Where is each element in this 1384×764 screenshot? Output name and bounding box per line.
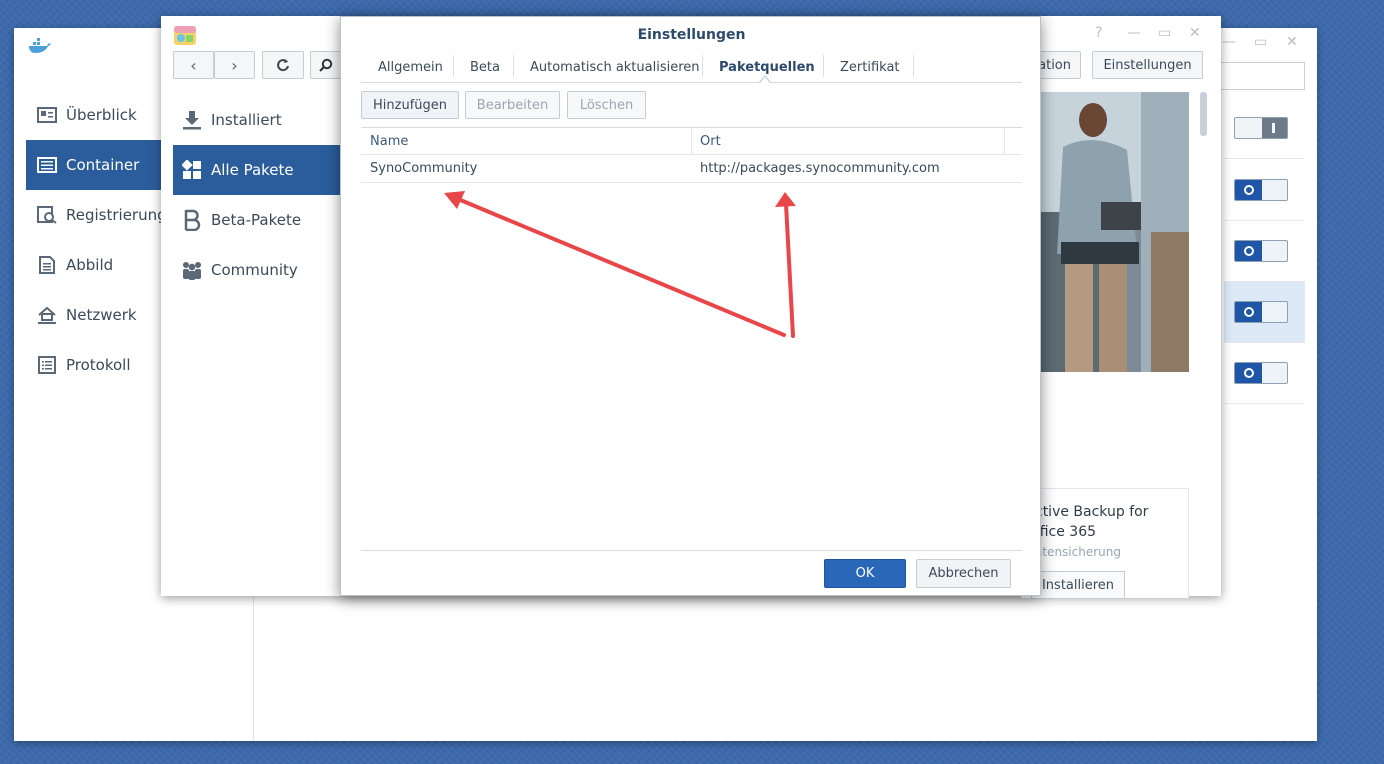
container-row[interactable]	[1224, 160, 1305, 221]
tab-auto-update[interactable]: Automatisch aktualisieren	[530, 51, 700, 83]
search-button[interactable]	[310, 51, 342, 79]
container-icon	[36, 156, 58, 174]
package-sources-table: Name Ort SynoCommunity http://packages.s…	[361, 127, 1022, 183]
package-center-logo-icon	[174, 26, 196, 45]
dialog-footer-divider	[361, 550, 1022, 551]
container-toggle-off[interactable]	[1234, 117, 1288, 139]
download-icon	[181, 109, 203, 131]
add-button[interactable]: Hinzufügen	[361, 91, 459, 119]
search-icon	[319, 58, 333, 72]
pkg-nav-community[interactable]: Community	[173, 245, 341, 295]
tab-beta[interactable]: Beta	[470, 51, 500, 83]
registry-icon	[36, 206, 58, 224]
chevron-right-icon: ›	[231, 55, 238, 75]
scrollbar-thumb[interactable]	[1200, 92, 1207, 136]
source-location-cell: http://packages.synocommunity.com	[700, 161, 940, 176]
table-header: Name Ort	[361, 127, 1022, 155]
pkg-nav-all-packages[interactable]: Alle Pakete	[173, 145, 341, 195]
chevron-left-icon: ‹	[190, 55, 197, 75]
delete-button[interactable]: Löschen	[567, 91, 646, 119]
package-card-category: atensicherung	[1035, 545, 1121, 559]
package-card-title: ctive Backup for ffice 365	[1035, 504, 1149, 540]
close-icon[interactable]: ✕	[1286, 34, 1298, 50]
container-toggle-on[interactable]	[1234, 301, 1288, 323]
tab-certificate[interactable]: Zertifikat	[840, 51, 900, 83]
minimize-icon[interactable]: —	[1127, 25, 1141, 41]
container-row[interactable]	[1224, 343, 1305, 404]
edit-button[interactable]: Bearbeiten	[465, 91, 560, 119]
maximize-icon[interactable]: ▭	[1158, 25, 1171, 41]
tab-general[interactable]: Allgemein	[378, 51, 443, 83]
pkg-nav-beta[interactable]: Beta-Pakete	[173, 195, 341, 245]
refresh-button[interactable]	[262, 51, 304, 79]
promo-banner-image	[1041, 92, 1189, 372]
grid-icon	[181, 159, 203, 181]
log-icon	[36, 356, 58, 374]
table-row[interactable]: SynoCommunity http://packages.synocommun…	[361, 155, 1022, 183]
beta-icon	[181, 209, 203, 231]
settings-dialog: Einstellungen Allgemein Beta Automatisch…	[340, 16, 1041, 596]
dialog-tab-bar: Allgemein Beta Automatisch aktualisieren…	[361, 51, 1022, 83]
docker-logo-icon	[29, 38, 51, 53]
cancel-button[interactable]: Abbrechen	[916, 559, 1011, 588]
active-tab-indicator-inner	[760, 77, 770, 83]
pkg-nav-installed[interactable]: Installiert	[173, 95, 341, 145]
maximize-icon[interactable]: ▭	[1254, 34, 1267, 50]
container-toggle-on[interactable]	[1234, 362, 1288, 384]
ok-button[interactable]: OK	[824, 559, 906, 588]
dialog-title: Einstellungen	[637, 27, 746, 43]
install-button[interactable]: Installieren	[1031, 571, 1125, 599]
container-row[interactable]	[1224, 98, 1305, 159]
close-icon[interactable]: ✕	[1189, 25, 1201, 41]
network-icon	[36, 306, 58, 324]
overview-icon	[36, 106, 58, 124]
community-icon	[181, 259, 203, 281]
docker-search-input[interactable]	[1221, 62, 1305, 90]
settings-button[interactable]: Einstellungen	[1092, 51, 1203, 79]
column-header-name[interactable]: Name	[361, 128, 691, 155]
forward-button[interactable]: ›	[214, 51, 255, 79]
container-toggle-on[interactable]	[1234, 179, 1288, 201]
image-icon	[36, 256, 58, 274]
back-button[interactable]: ‹	[173, 51, 214, 79]
refresh-icon	[277, 59, 289, 72]
help-icon[interactable]: ?	[1095, 25, 1102, 41]
container-row-selected[interactable]	[1224, 282, 1305, 343]
container-row[interactable]	[1224, 221, 1305, 282]
source-name-cell: SynoCommunity	[370, 161, 478, 176]
container-toggle-on[interactable]	[1234, 240, 1288, 262]
column-header-location[interactable]: Ort	[691, 128, 1004, 155]
minimize-icon[interactable]: —	[1222, 34, 1236, 50]
